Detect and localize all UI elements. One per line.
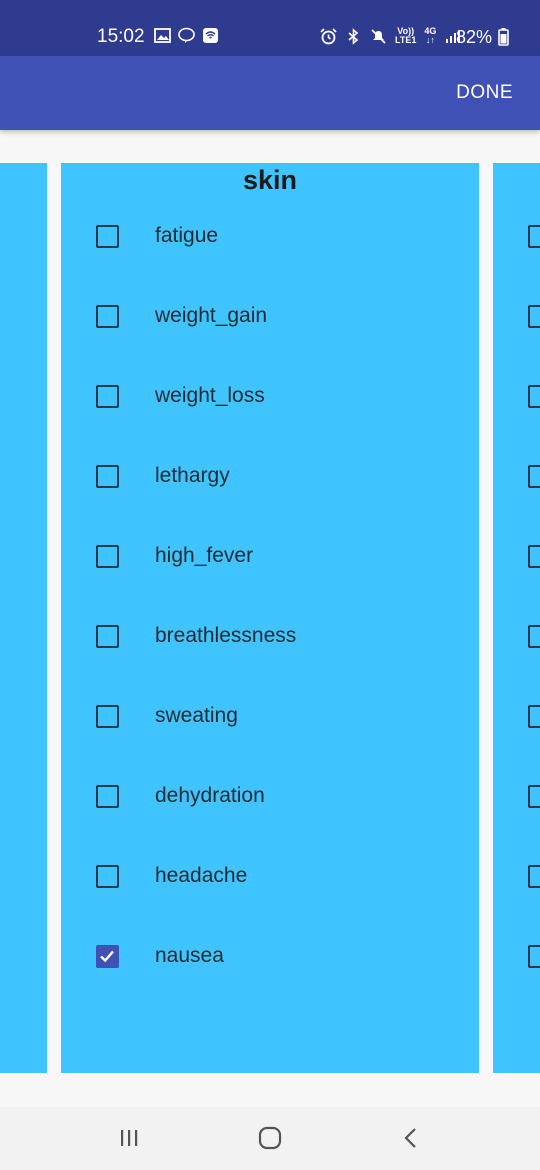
checkbox-unchecked[interactable] (96, 305, 119, 328)
recent-apps-icon[interactable] (114, 1125, 144, 1151)
next-card[interactable] (493, 163, 540, 1073)
next-card-checkbox (528, 385, 540, 408)
checkbox-unchecked[interactable] (96, 465, 119, 488)
checkbox-unchecked[interactable] (96, 705, 119, 728)
bluetooth-icon (348, 27, 359, 45)
data-arrows-icon: ↓↑ (425, 35, 435, 45)
symptom-item[interactable]: breathlessness (61, 596, 479, 676)
status-time: 15:02 (97, 26, 145, 47)
checkbox-unchecked[interactable] (96, 225, 119, 248)
symptom-item[interactable]: sweating (61, 676, 479, 756)
next-card-checkbox (528, 465, 540, 488)
checkbox-unchecked[interactable] (96, 625, 119, 648)
symptom-label: headache (155, 864, 248, 887)
symptom-label: weight_loss (155, 384, 265, 407)
done-button[interactable]: DONE (456, 82, 513, 104)
symptom-label: sweating (155, 704, 238, 727)
next-card-checkbox (528, 305, 540, 328)
symptom-label: lethargy (155, 464, 230, 487)
checkbox-checked[interactable] (96, 945, 119, 968)
symptom-item[interactable]: nausea (61, 916, 479, 996)
symptom-item[interactable]: weight_loss (61, 356, 479, 436)
previous-card[interactable] (0, 163, 47, 1073)
symptom-label: fatigue (155, 224, 219, 247)
gallery-icon (154, 28, 171, 43)
symptom-item[interactable]: headache (61, 836, 479, 916)
next-card-checkbox (528, 545, 540, 568)
symptom-item[interactable]: high_fever (61, 516, 479, 596)
check-icon (100, 950, 114, 963)
next-card-checkbox (528, 705, 540, 728)
symptom-card: skin fatigue weight_gain weight_losslethar… (61, 163, 479, 1073)
checkbox-unchecked[interactable] (96, 785, 119, 808)
battery-icon (498, 28, 509, 46)
next-card-checkbox (528, 225, 540, 248)
wifi-calling-icon (203, 28, 218, 43)
symptom-item[interactable]: dehydration (61, 756, 479, 836)
symptom-label: breathlessness (155, 624, 297, 647)
checkbox-unchecked[interactable] (96, 865, 119, 888)
checkbox-unchecked[interactable] (96, 385, 119, 408)
symptom-label: weight_gain (155, 304, 268, 327)
next-card-checkbox (528, 945, 540, 968)
next-card-checkbox (528, 625, 540, 648)
card-title: skin (242, 165, 298, 195)
next-card-checkbox (528, 865, 540, 888)
navigation-bar (0, 1107, 540, 1170)
status-bar: 15:02 Vo)) LTE1 4G ↓↑ 82% (0, 0, 540, 56)
mute-icon (371, 28, 386, 44)
symptom-item[interactable]: lethargy (61, 436, 479, 516)
checkbox-unchecked[interactable] (96, 545, 119, 568)
symptom-label: high_fever (155, 544, 254, 567)
next-card-checkbox (528, 785, 540, 808)
battery-percent: 82% (456, 27, 493, 47)
home-icon[interactable] (255, 1125, 285, 1151)
symptom-label: dehydration (155, 784, 265, 807)
symptom-label: nausea (155, 944, 224, 967)
line-app-icon (178, 27, 195, 43)
alarm-icon (320, 27, 337, 44)
back-icon[interactable] (396, 1125, 426, 1151)
symptom-pager[interactable]: skin fatigue weight_gain weight_losslethar… (0, 163, 540, 1073)
lte-label: LTE1 (395, 35, 417, 45)
symptom-item[interactable]: weight_gain (61, 276, 479, 356)
symptom-item[interactable]: fatigue (61, 196, 479, 276)
app-bar: DONE (0, 56, 540, 130)
